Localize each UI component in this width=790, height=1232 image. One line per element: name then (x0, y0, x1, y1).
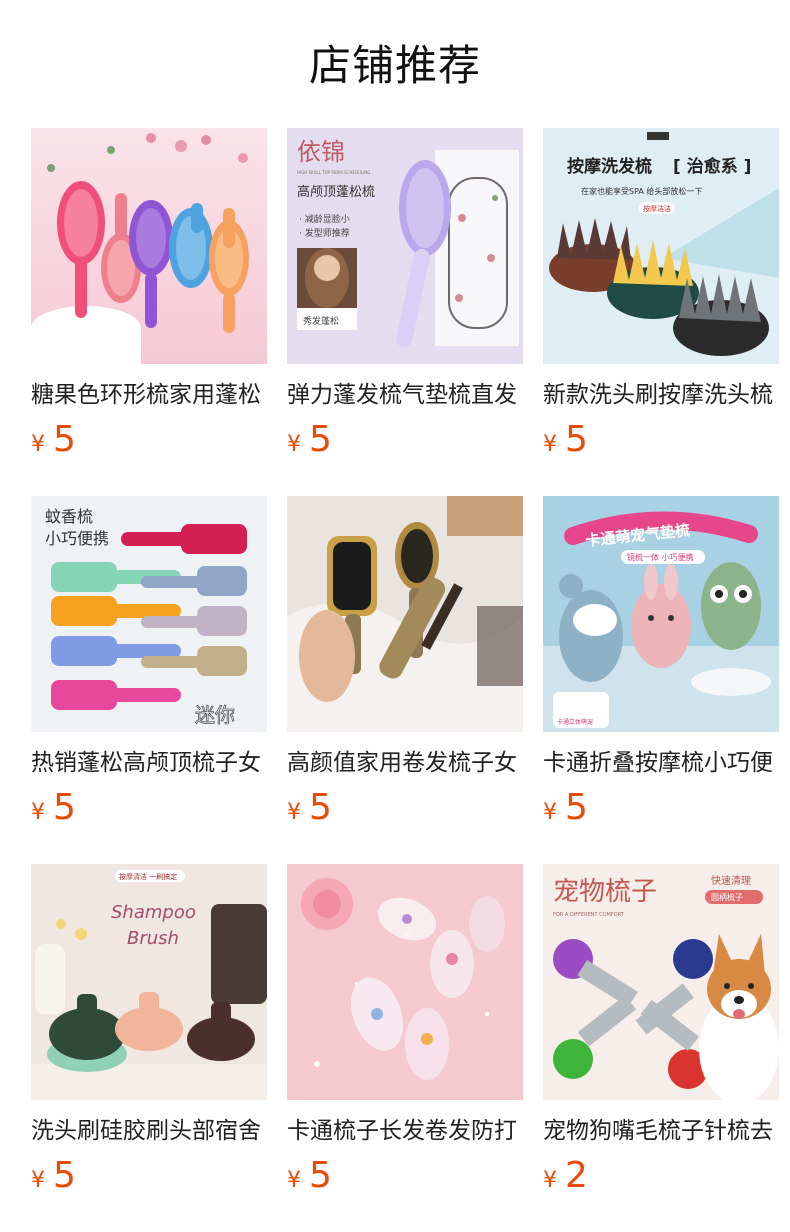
currency-symbol: ¥ (543, 800, 557, 825)
image-text: [ 治愈系 ] (673, 156, 751, 177)
currency-symbol: ¥ (543, 1168, 557, 1193)
currency-symbol: ¥ (287, 800, 301, 825)
currency-symbol: ¥ (287, 1168, 301, 1193)
image-text: 迷你 (195, 703, 235, 727)
product-card[interactable]: 卡通萌宠气垫梳 镜梳一体 小巧便携 卡通立体萌宠 卡通折叠按摩梳小巧便 ¥5 (543, 496, 779, 844)
product-card[interactable]: 按摩清洁 一刷搞定 Shampoo Brush 洗头刷硅胶刷头部宿舍 ¥5 (31, 864, 267, 1212)
image-text: 秀发蓬松 (303, 315, 339, 327)
product-price: ¥5 (287, 418, 523, 462)
page-title: 店铺推荐 (308, 41, 481, 90)
product-price: ¥5 (31, 786, 267, 830)
price-value: 5 (53, 1155, 76, 1196)
image-text: · 发型师推荐 (299, 227, 350, 239)
product-name[interactable]: 弹力蓬发梳气垫梳直发 (287, 378, 523, 412)
price-value: 2 (565, 1155, 588, 1196)
product-card[interactable]: 按摩洗发梳 [ 治愈系 ] 在家也能享受SPA 给头部放松一下 按摩洁洁 新款洗… (543, 128, 779, 476)
image-text: 依锦 (297, 138, 345, 166)
product-card[interactable]: 高颜值家用卷发梳子女 ¥5 (287, 496, 523, 844)
price-value: 5 (565, 787, 588, 828)
product-image[interactable]: 按摩洗发梳 [ 治愈系 ] 在家也能享受SPA 给头部放松一下 按摩洁洁 (543, 128, 779, 364)
product-price: ¥5 (31, 418, 267, 462)
product-image[interactable]: 按摩清洁 一刷搞定 Shampoo Brush (31, 864, 267, 1100)
image-text: · 减龄显脸小 (299, 213, 350, 225)
currency-symbol: ¥ (287, 432, 301, 457)
product-card[interactable]: 蚊香梳 小巧便携 迷你 热销蓬松高颅顶梳子女 ¥5 (31, 496, 267, 844)
price-value: 5 (565, 419, 588, 460)
product-name[interactable]: 高颜值家用卷发梳子女 (287, 746, 523, 780)
price-value: 5 (309, 787, 332, 828)
image-text: FOR A DIFFERENT COMFORT (553, 912, 625, 918)
price-value: 5 (309, 1155, 332, 1196)
product-name[interactable]: 洗头刷硅胶刷头部宿舍 (31, 1114, 267, 1148)
price-value: 5 (309, 419, 332, 460)
product-image[interactable] (31, 128, 267, 364)
currency-symbol: ¥ (31, 800, 45, 825)
image-text: HIGH SKULL TOP PERM SCHEDULING (297, 170, 370, 175)
product-name[interactable]: 热销蓬松高颅顶梳子女 (31, 746, 267, 780)
product-price: ¥5 (31, 1154, 267, 1198)
image-text: 按摩洁洁 (643, 204, 671, 213)
product-card[interactable]: 卡通梳子长发卷发防打 ¥5 (287, 864, 523, 1212)
image-text: 小巧便携 (45, 529, 109, 548)
image-text: 在家也能享受SPA 给头部放松一下 (581, 186, 702, 196)
currency-symbol: ¥ (31, 1168, 45, 1193)
product-card[interactable]: 依锦 HIGH SKULL TOP PERM SCHEDULING 高颅顶蓬松梳… (287, 128, 523, 476)
image-text: 卡通立体萌宠 (557, 718, 593, 726)
product-price: ¥5 (287, 1154, 523, 1198)
image-text: 镜梳一体 小巧便携 (627, 552, 694, 562)
product-price: ¥5 (543, 786, 779, 830)
image-text: Brush (127, 928, 179, 949)
product-name[interactable]: 新款洗头刷按摩洗头梳 (543, 378, 779, 412)
product-name[interactable]: 糖果色环形梳家用蓬松 (31, 378, 267, 412)
price-value: 5 (53, 419, 76, 460)
image-text: Shampoo (111, 902, 196, 923)
price-value: 5 (53, 787, 76, 828)
product-name[interactable]: 卡通折叠按摩梳小巧便 (543, 746, 779, 780)
image-text: 高颅顶蓬松梳 (297, 184, 375, 200)
product-name[interactable]: 卡通梳子长发卷发防打 (287, 1114, 523, 1148)
product-price: ¥2 (543, 1154, 779, 1198)
image-text: 快速清理 (711, 874, 751, 887)
image-text: 蚊香梳 (45, 507, 93, 526)
product-image[interactable] (287, 496, 523, 732)
image-text: 按摩洗发梳 (567, 156, 652, 177)
product-price: ¥5 (543, 418, 779, 462)
image-text: 宠物梳子 (553, 877, 657, 907)
product-image[interactable]: 蚊香梳 小巧便携 迷你 (31, 496, 267, 732)
product-card[interactable]: 宠物梳子 快速清理 圆柄梳子 FOR A DIFFERENT COMFORT 宠… (543, 864, 779, 1212)
currency-symbol: ¥ (543, 432, 557, 457)
product-image[interactable]: 宠物梳子 快速清理 圆柄梳子 FOR A DIFFERENT COMFORT (543, 864, 779, 1100)
product-name[interactable]: 宠物狗嘴毛梳子针梳去 (543, 1114, 779, 1148)
product-price: ¥5 (287, 786, 523, 830)
product-image[interactable]: 卡通萌宠气垫梳 镜梳一体 小巧便携 卡通立体萌宠 (543, 496, 779, 732)
product-image[interactable] (287, 864, 523, 1100)
product-image[interactable]: 依锦 HIGH SKULL TOP PERM SCHEDULING 高颅顶蓬松梳… (287, 128, 523, 364)
currency-symbol: ¥ (31, 432, 45, 457)
product-grid: 糖果色环形梳家用蓬松 ¥5 依锦 HIGH SKULL TOP PERM SCH… (31, 128, 779, 1212)
image-text: 按摩清洁 一刷搞定 (119, 872, 177, 881)
image-text: 圆柄梳子 (711, 892, 743, 902)
product-card[interactable]: 糖果色环形梳家用蓬松 ¥5 (31, 128, 267, 476)
